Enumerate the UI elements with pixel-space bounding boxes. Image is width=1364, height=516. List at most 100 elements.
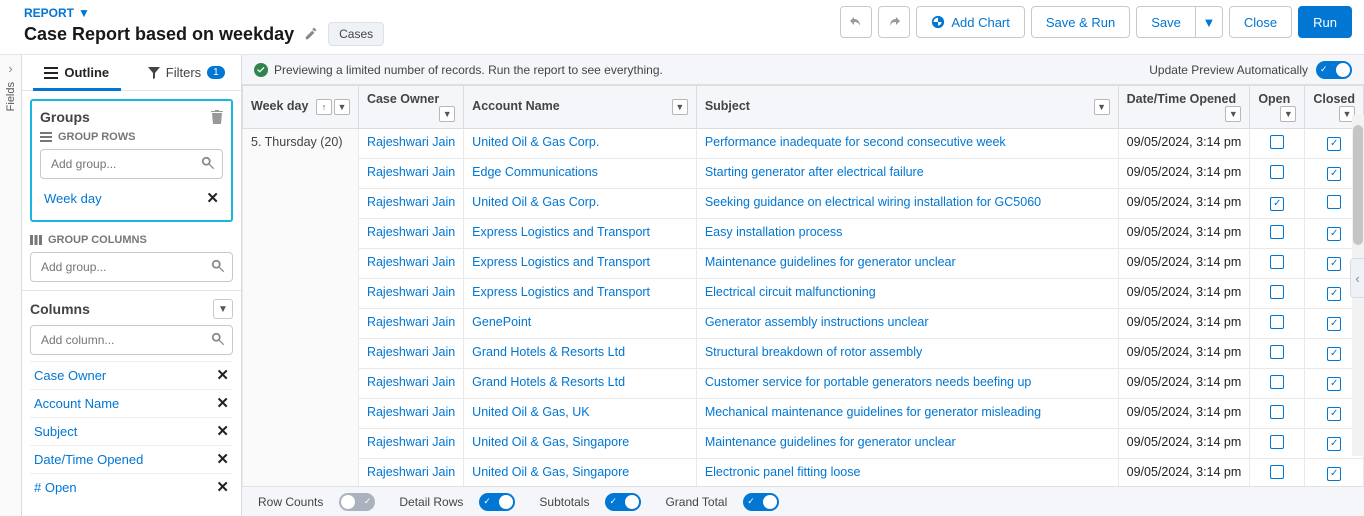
owner-cell[interactable]: Rajeshwari Jain — [358, 189, 463, 219]
open-cell — [1250, 339, 1305, 369]
subject-cell[interactable]: Customer service for portable generators… — [696, 369, 1118, 399]
run-button[interactable]: Run — [1298, 6, 1352, 38]
owner-cell[interactable]: Rajeshwari Jain — [358, 249, 463, 279]
group-field-weekday[interactable]: Week day ✕ — [40, 185, 223, 212]
owner-cell[interactable]: Rajeshwari Jain — [358, 129, 463, 159]
account-cell[interactable]: United Oil & Gas, UK — [464, 399, 697, 429]
row-counts-toggle[interactable]: ✓ — [339, 493, 375, 511]
report-type-dropdown[interactable]: REPORT ▼ — [24, 6, 840, 20]
tab-filters[interactable]: Filters 1 — [132, 55, 242, 90]
remove-group-icon[interactable]: ✕ — [206, 191, 219, 206]
column-item[interactable]: # Open✕ — [30, 473, 233, 501]
owner-cell[interactable]: Rajeshwari Jain — [358, 429, 463, 459]
subtotals-toggle[interactable]: ✓ — [605, 493, 641, 511]
group-columns-label: GROUP COLUMNS — [30, 234, 233, 246]
account-cell[interactable]: United Oil & Gas, Singapore — [464, 429, 697, 459]
trash-icon[interactable] — [211, 110, 223, 124]
dt-cell: 09/05/2024, 3:14 pm — [1118, 429, 1250, 459]
account-cell[interactable]: Express Logistics and Transport — [464, 279, 697, 309]
auto-preview-toggle[interactable]: ✓ — [1316, 61, 1352, 79]
edit-title-icon[interactable] — [304, 27, 318, 41]
column-item[interactable]: Subject✕ — [30, 417, 233, 445]
column-header[interactable]: Open ▼ — [1250, 86, 1305, 129]
columns-menu-button[interactable]: ▼ — [213, 299, 233, 319]
owner-cell[interactable]: Rajeshwari Jain — [358, 279, 463, 309]
undo-button[interactable] — [840, 6, 872, 38]
subject-cell[interactable]: Maintenance guidelines for generator unc… — [696, 429, 1118, 459]
column-header[interactable]: Case Owner ▼ — [358, 86, 463, 129]
subtotals-label: Subtotals — [539, 495, 589, 509]
footer: Row Counts ✓ Detail Rows ✓ Subtotals ✓ G… — [242, 486, 1364, 516]
save-menu-button[interactable]: ▼ — [1195, 6, 1223, 38]
owner-cell[interactable]: Rajeshwari Jain — [358, 369, 463, 399]
column-item[interactable]: Account Name✕ — [30, 389, 233, 417]
owner-cell[interactable]: Rajeshwari Jain — [358, 399, 463, 429]
subject-cell[interactable]: Easy installation process — [696, 219, 1118, 249]
owner-cell[interactable]: Rajeshwari Jain — [358, 309, 463, 339]
remove-column-icon[interactable]: ✕ — [216, 368, 229, 383]
add-chart-button[interactable]: Add Chart — [916, 6, 1025, 38]
remove-column-icon[interactable]: ✕ — [216, 396, 229, 411]
header-menu-icon[interactable]: ▼ — [1094, 99, 1110, 115]
column-header[interactable]: Week day ↑▼ — [243, 86, 359, 129]
account-cell[interactable]: United Oil & Gas, Singapore — [464, 459, 697, 487]
subject-cell[interactable]: Starting generator after electrical fail… — [696, 159, 1118, 189]
fields-panel-toggle[interactable]: › Fields — [0, 55, 22, 516]
group-rows-input[interactable] — [40, 149, 223, 179]
header-menu-icon[interactable]: ▼ — [672, 99, 688, 115]
account-cell[interactable]: Edge Communications — [464, 159, 697, 189]
remove-column-icon[interactable]: ✕ — [216, 424, 229, 439]
save-button[interactable]: Save — [1136, 6, 1195, 38]
subject-cell[interactable]: Performance inadequate for second consec… — [696, 129, 1118, 159]
sort-asc-icon[interactable]: ↑ — [316, 99, 332, 115]
group-cell[interactable]: 5. Thursday (20) — [243, 129, 359, 487]
account-cell[interactable]: Express Logistics and Transport — [464, 249, 697, 279]
subject-cell[interactable]: Electronic panel fitting loose — [696, 459, 1118, 487]
subject-cell[interactable]: Structural breakdown of rotor assembly — [696, 339, 1118, 369]
header-label: Closed — [1313, 92, 1355, 106]
owner-cell[interactable]: Rajeshwari Jain — [358, 159, 463, 189]
entity-pill[interactable]: Cases — [328, 22, 384, 46]
column-header[interactable]: Date/Time Opened ▼ — [1118, 86, 1250, 129]
detail-rows-toggle[interactable]: ✓ — [479, 493, 515, 511]
remove-column-icon[interactable]: ✕ — [216, 480, 229, 495]
owner-cell[interactable]: Rajeshwari Jain — [358, 219, 463, 249]
search-icon — [201, 156, 215, 170]
remove-column-icon[interactable]: ✕ — [216, 452, 229, 467]
subject-cell[interactable]: Maintenance guidelines for generator unc… — [696, 249, 1118, 279]
group-columns-input[interactable] — [30, 252, 233, 282]
dt-cell: 09/05/2024, 3:14 pm — [1118, 339, 1250, 369]
subject-cell[interactable]: Generator assembly instructions unclear — [696, 309, 1118, 339]
account-cell[interactable]: Grand Hotels & Resorts Ltd — [464, 369, 697, 399]
column-item[interactable]: Date/Time Opened✕ — [30, 445, 233, 473]
owner-cell[interactable]: Rajeshwari Jain — [358, 339, 463, 369]
dt-cell: 09/05/2024, 3:14 pm — [1118, 129, 1250, 159]
open-cell — [1250, 309, 1305, 339]
account-cell[interactable]: United Oil & Gas Corp. — [464, 129, 697, 159]
header-menu-icon[interactable]: ▼ — [439, 106, 455, 122]
header-menu-icon[interactable]: ▼ — [334, 99, 350, 115]
subject-cell[interactable]: Mechanical maintenance guidelines for ge… — [696, 399, 1118, 429]
report-table: Week day ↑▼Case Owner ▼Account Name ▼Sub… — [242, 85, 1364, 486]
column-header[interactable]: Subject ▼ — [696, 86, 1118, 129]
add-column-input[interactable] — [30, 325, 233, 355]
grand-total-toggle[interactable]: ✓ — [743, 493, 779, 511]
right-panel-handle[interactable]: ‹ — [1350, 258, 1364, 298]
column-item[interactable]: Case Owner✕ — [30, 361, 233, 389]
save-run-button[interactable]: Save & Run — [1031, 6, 1130, 38]
checkbox-icon — [1270, 255, 1284, 269]
account-cell[interactable]: Grand Hotels & Resorts Ltd — [464, 339, 697, 369]
account-cell[interactable]: GenePoint — [464, 309, 697, 339]
account-cell[interactable]: United Oil & Gas Corp. — [464, 189, 697, 219]
subject-cell[interactable]: Electrical circuit malfunctioning — [696, 279, 1118, 309]
redo-button[interactable] — [878, 6, 910, 38]
owner-cell[interactable]: Rajeshwari Jain — [358, 459, 463, 487]
close-button[interactable]: Close — [1229, 6, 1292, 38]
tab-outline[interactable]: Outline — [22, 55, 132, 90]
column-header[interactable]: Account Name ▼ — [464, 86, 697, 129]
header-menu-icon[interactable]: ▼ — [1225, 106, 1241, 122]
header-menu-icon[interactable]: ▼ — [1280, 106, 1296, 122]
account-cell[interactable]: Express Logistics and Transport — [464, 219, 697, 249]
grand-total-label: Grand Total — [665, 495, 727, 509]
subject-cell[interactable]: Seeking guidance on electrical wiring in… — [696, 189, 1118, 219]
